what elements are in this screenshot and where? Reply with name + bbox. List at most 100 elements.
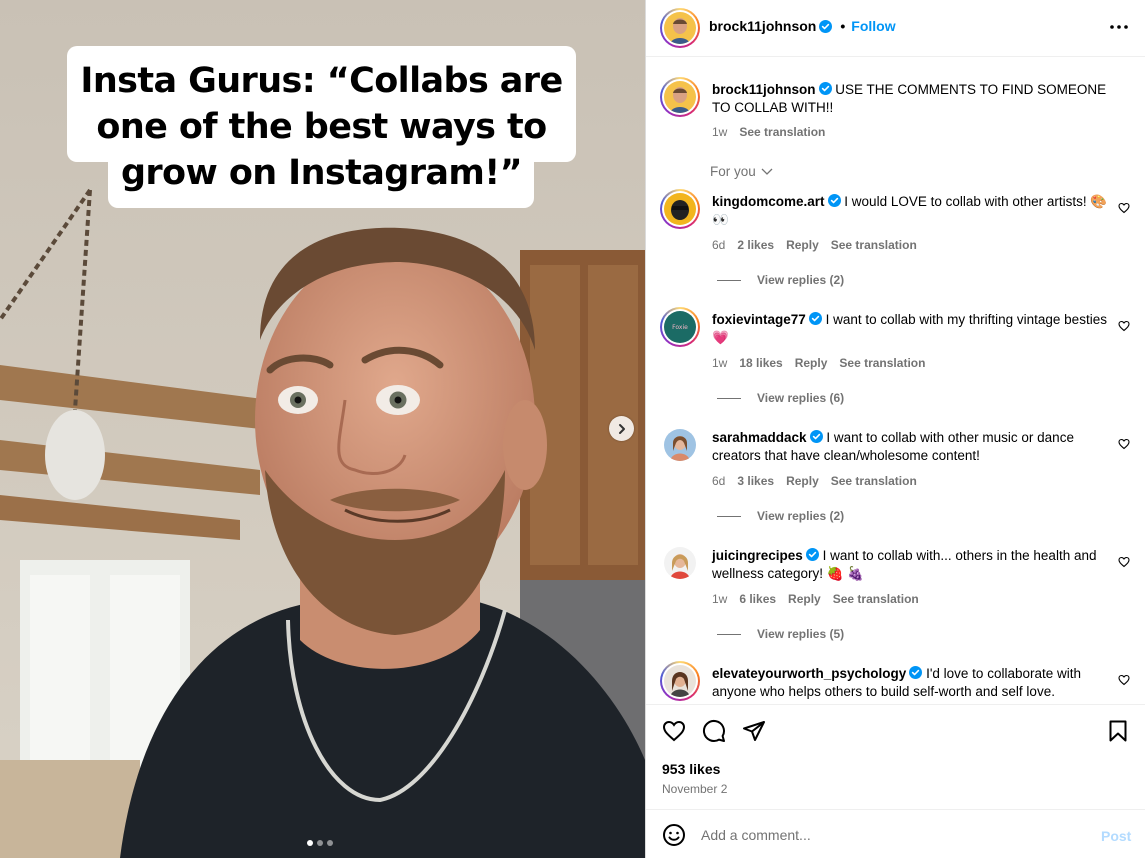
post-comment-button[interactable]: Post — [1101, 828, 1131, 844]
commenter-avatar-image — [664, 547, 696, 579]
verified-badge-icon — [819, 19, 833, 33]
caption-time[interactable]: 1w — [712, 125, 727, 139]
comment-see-translation[interactable]: See translation — [831, 474, 917, 488]
comment-item: juicingrecipes I want to collab with... … — [712, 547, 1112, 583]
comment-likes[interactable]: 18 likes — [739, 356, 782, 370]
comment-likes[interactable]: 2 likes — [737, 238, 774, 252]
comment-avatar[interactable]: Foxie — [660, 307, 700, 347]
replies-line — [717, 633, 741, 635]
carousel-next-button[interactable] — [609, 416, 634, 441]
comment-time[interactable]: 1w — [712, 356, 727, 370]
comment-see-translation[interactable]: See translation — [833, 592, 919, 606]
comment-bubble-icon[interactable] — [702, 719, 726, 743]
more-dots-icon[interactable] — [1108, 16, 1130, 38]
carousel-dot-2 — [317, 840, 323, 846]
caption-username[interactable]: brock11johnson — [712, 82, 816, 97]
carousel-dot-3 — [327, 840, 333, 846]
comment-username[interactable]: elevateyourworth_psychology — [712, 666, 906, 681]
view-replies-label: View replies (2) — [757, 509, 845, 523]
verified-badge-icon — [909, 666, 923, 679]
verified-badge-icon — [827, 194, 841, 207]
comment-reply-button[interactable]: Reply — [795, 356, 828, 370]
replies-line — [717, 397, 741, 399]
comments-list[interactable]: brock11johnson USE THE COMMENTS TO FIND … — [646, 58, 1145, 704]
comment-meta: 1w 18 likes Reply See translation — [712, 356, 925, 370]
view-replies-label: View replies (6) — [757, 391, 845, 405]
comment-heart-icon[interactable] — [1118, 674, 1130, 686]
comment-username[interactable]: juicingrecipes — [712, 548, 803, 563]
verified-badge-icon — [808, 312, 822, 325]
verified-badge-icon — [818, 82, 832, 95]
header-separator: • — [840, 18, 846, 34]
comment-avatar[interactable] — [660, 189, 700, 229]
comment-likes[interactable]: 6 likes — [739, 592, 776, 606]
comment-heart-icon[interactable] — [1118, 556, 1130, 568]
comment-heart-icon[interactable] — [1118, 320, 1130, 332]
comment-reply-button[interactable]: Reply — [788, 592, 821, 606]
chevron-right-icon — [618, 423, 625, 434]
view-replies-button[interactable]: View replies (6) — [717, 391, 844, 405]
post-likes-count[interactable]: 953 likes — [662, 761, 720, 777]
chevron-down-icon — [761, 168, 773, 175]
svg-text:Foxie: Foxie — [672, 324, 688, 331]
follow-button[interactable]: Follow — [851, 18, 895, 34]
post-details-panel: brock11johnson • Follow brock11johnson U… — [645, 0, 1145, 858]
comment-avatar[interactable] — [664, 547, 696, 579]
comment-username[interactable]: sarahmaddack — [712, 430, 807, 445]
header-user: brock11johnson • Follow — [709, 18, 896, 34]
header-username[interactable]: brock11johnson — [709, 18, 816, 34]
comment-meta: 6d 3 likes Reply See translation — [712, 474, 917, 488]
media-caption-text: Insta Gurus: “Collabs are one of the bes… — [80, 61, 563, 193]
comment-meta: 1w 6 likes Reply See translation — [712, 592, 919, 606]
caption-avatar-image — [664, 81, 696, 113]
bookmark-icon[interactable] — [1106, 719, 1130, 743]
comment-reply-button[interactable]: Reply — [786, 238, 819, 252]
post-header: brock11johnson • Follow — [646, 0, 1145, 57]
author-avatar-image — [664, 12, 696, 44]
comment-reply-button[interactable]: Reply — [786, 474, 819, 488]
comment-see-translation[interactable]: See translation — [839, 356, 925, 370]
post-caption: brock11johnson USE THE COMMENTS TO FIND … — [712, 81, 1112, 117]
verified-badge-icon — [805, 548, 819, 561]
paper-plane-icon[interactable] — [742, 719, 766, 743]
comment-time[interactable]: 1w — [712, 592, 727, 606]
sort-label: For you — [710, 164, 756, 179]
comment-heart-icon[interactable] — [1118, 202, 1130, 214]
heart-icon[interactable] — [662, 719, 686, 743]
comment-item: kingdomcome.art I would LOVE to collab w… — [712, 193, 1112, 229]
view-replies-label: View replies (5) — [757, 627, 845, 641]
post-date[interactable]: November 2 — [662, 782, 727, 796]
comment-item: sarahmaddack I want to collab with other… — [712, 429, 1112, 465]
verified-badge-icon — [809, 430, 823, 443]
post-modal: Insta Gurus: “Collabs are one of the bes… — [0, 0, 1145, 858]
comment-item: foxievintage77 I want to collab with my … — [712, 311, 1112, 347]
comment-time[interactable]: 6d — [712, 474, 725, 488]
smiley-icon[interactable] — [662, 823, 686, 847]
comment-time[interactable]: 6d — [712, 238, 725, 252]
comment-input[interactable] — [701, 822, 1081, 848]
comment-sort-dropdown[interactable]: For you — [710, 164, 773, 179]
comment-username[interactable]: foxievintage77 — [712, 312, 806, 327]
replies-line — [717, 515, 741, 517]
carousel-dot-1 — [307, 840, 313, 846]
add-comment-bar: Post — [646, 809, 1145, 858]
view-replies-button[interactable]: View replies (5) — [717, 627, 844, 641]
caption-see-translation[interactable]: See translation — [739, 125, 825, 139]
caption-author-avatar[interactable] — [660, 77, 700, 117]
comment-username[interactable]: kingdomcome.art — [712, 194, 825, 209]
post-actions: 953 likes November 2 — [646, 704, 1145, 809]
comment-see-translation[interactable]: See translation — [831, 238, 917, 252]
comment-heart-icon[interactable] — [1118, 438, 1130, 450]
commenter-avatar-image: Foxie — [664, 311, 696, 343]
view-replies-button[interactable]: View replies (2) — [717, 509, 844, 523]
comment-avatar[interactable] — [664, 429, 696, 461]
view-replies-button[interactable]: View replies (2) — [717, 273, 844, 287]
post-media[interactable]: Insta Gurus: “Collabs are one of the bes… — [0, 0, 645, 858]
caption-meta: 1w See translation — [712, 125, 825, 139]
carousel-indicator — [307, 840, 333, 846]
comment-avatar[interactable] — [660, 661, 700, 701]
commenter-avatar-image — [664, 665, 696, 697]
view-replies-label: View replies (2) — [757, 273, 845, 287]
comment-likes[interactable]: 3 likes — [737, 474, 774, 488]
author-avatar[interactable] — [660, 8, 700, 48]
